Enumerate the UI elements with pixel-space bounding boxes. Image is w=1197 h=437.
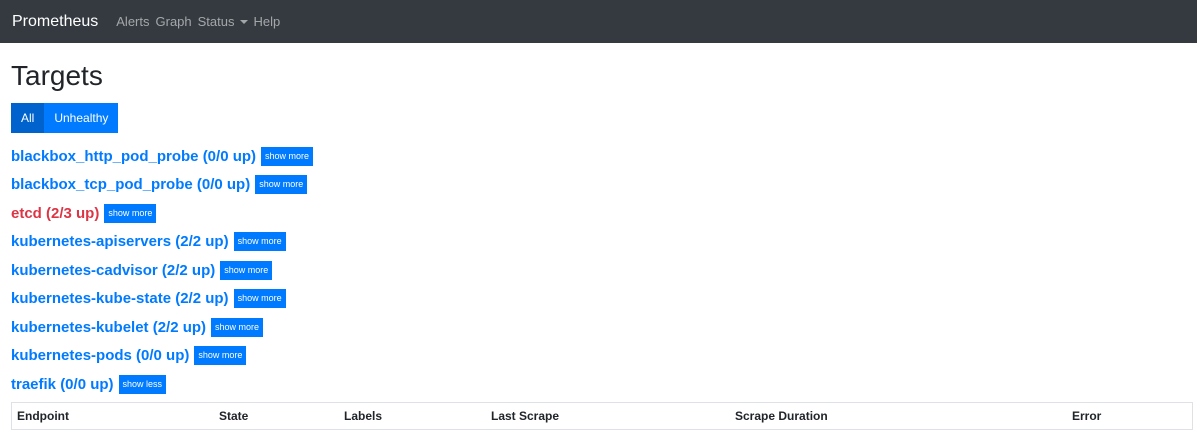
page-title: Targets xyxy=(11,60,103,91)
target-job-link[interactable]: kubernetes-cadvisor (2/2 up) xyxy=(11,262,215,279)
show-more-button[interactable]: show more xyxy=(104,203,157,223)
column-header-last-scrape: Last Scrape xyxy=(486,401,730,430)
table-header-row: Endpoint State Labels Last Scrape Scrape… xyxy=(11,401,1193,430)
column-header-scrape-duration: Scrape Duration xyxy=(730,401,1067,430)
show-more-button[interactable]: show more xyxy=(211,317,264,337)
nav-status-dropdown[interactable]: Status xyxy=(198,14,248,29)
column-header-labels: Labels xyxy=(339,401,486,430)
target-job-link[interactable]: kubernetes-kubelet (2/2 up) xyxy=(11,319,206,336)
show-more-button[interactable]: show more xyxy=(233,232,286,252)
show-less-button[interactable]: show less xyxy=(118,374,167,394)
show-more-button[interactable]: show more xyxy=(255,175,308,195)
target-list: blackbox_http_pod_probe (0/0 up) show mo… xyxy=(11,142,1186,399)
nav-help[interactable]: Help xyxy=(254,14,281,29)
target-row: kubernetes-cadvisor (2/2 up) show more xyxy=(11,256,1186,285)
target-job-link[interactable]: blackbox_tcp_pod_probe (0/0 up) xyxy=(11,176,250,193)
target-job-link[interactable]: kubernetes-kube-state (2/2 up) xyxy=(11,290,229,307)
target-job-link[interactable]: kubernetes-pods (0/0 up) xyxy=(11,347,189,364)
target-job-link[interactable]: traefik (0/0 up) xyxy=(11,376,114,393)
column-header-endpoint: Endpoint xyxy=(11,401,214,430)
nav-alerts[interactable]: Alerts xyxy=(116,14,149,29)
target-row: blackbox_tcp_pod_probe (0/0 up) show mor… xyxy=(11,171,1186,200)
filter-unhealthy-button[interactable]: Unhealthy xyxy=(44,103,119,133)
target-row: traefik (0/0 up) show less xyxy=(11,370,1186,399)
nav-graph[interactable]: Graph xyxy=(156,14,192,29)
caret-down-icon xyxy=(239,20,248,24)
main-content: Targets All Unhealthy blackbox_http_pod_… xyxy=(0,59,1197,430)
target-row: etcd (2/3 up) show more xyxy=(11,199,1186,228)
target-row: kubernetes-kube-state (2/2 up) show more xyxy=(11,285,1186,314)
top-navbar: Prometheus Alerts Graph Status Help xyxy=(0,0,1197,43)
nav-status-label: Status xyxy=(197,14,235,29)
filter-all-button[interactable]: All xyxy=(11,103,45,133)
target-row: blackbox_http_pod_probe (0/0 up) show mo… xyxy=(11,142,1186,171)
column-header-error: Error xyxy=(1067,401,1193,430)
target-job-link[interactable]: etcd (2/3 up) xyxy=(11,205,99,222)
target-endpoints-table: Endpoint State Labels Last Scrape Scrape… xyxy=(11,401,1193,430)
target-job-link[interactable]: kubernetes-apiservers (2/2 up) xyxy=(11,233,229,250)
show-more-button[interactable]: show more xyxy=(261,146,314,166)
filter-button-group: All Unhealthy xyxy=(11,103,119,133)
target-row: kubernetes-pods (0/0 up) show more xyxy=(11,342,1186,371)
show-more-button[interactable]: show more xyxy=(220,260,273,280)
target-row: kubernetes-kubelet (2/2 up) show more xyxy=(11,313,1186,342)
column-header-state: State xyxy=(214,401,339,430)
show-more-button[interactable]: show more xyxy=(194,346,247,366)
target-job-link[interactable]: blackbox_http_pod_probe (0/0 up) xyxy=(11,148,256,165)
target-row: kubernetes-apiservers (2/2 up) show more xyxy=(11,228,1186,257)
brand-link[interactable]: Prometheus xyxy=(12,13,98,31)
show-more-button[interactable]: show more xyxy=(233,289,286,309)
